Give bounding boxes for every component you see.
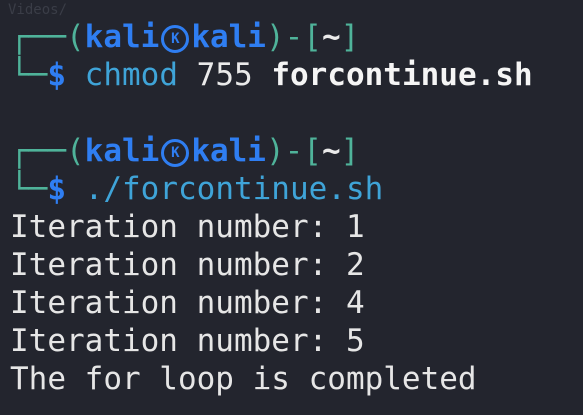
prompt-box-end: ] bbox=[340, 19, 360, 55]
prompt-header: ┌──(kali Kkali)-[~] bbox=[10, 18, 533, 56]
output-line: Iteration number: 5 bbox=[10, 323, 365, 359]
command-file: forcontinue.sh bbox=[271, 57, 533, 93]
prompt-box-open: ┌──( bbox=[10, 19, 85, 55]
prompt-host: kali bbox=[191, 133, 266, 169]
prompt-box-end: ] bbox=[340, 133, 360, 169]
prompt-user: kali bbox=[84, 133, 160, 169]
prompt-dir: ~ bbox=[321, 133, 341, 169]
prompt-dollar: $ bbox=[47, 171, 66, 207]
prompt-corner: └─ bbox=[10, 171, 48, 207]
prompt-box-open: ┌──( bbox=[10, 133, 85, 169]
command-args: 755 bbox=[178, 57, 272, 93]
prompt-corner: └─ bbox=[10, 57, 48, 93]
prompt-box-close: )-[ bbox=[265, 19, 322, 55]
command: chmod bbox=[84, 57, 178, 93]
output-line: Iteration number: 4 bbox=[10, 285, 365, 321]
output-line: Iteration number: 1 bbox=[10, 209, 365, 245]
prompt-user: kali bbox=[84, 19, 160, 55]
command: ./forcontinue.sh bbox=[84, 171, 384, 207]
kali-logo-icon: K bbox=[161, 24, 190, 53]
command-line: └─$ chmod 755 forcontinue.sh bbox=[10, 56, 533, 94]
prompt-header: ┌──(kali Kkali)-[~] bbox=[10, 132, 533, 170]
command-line: └─$ ./forcontinue.sh bbox=[10, 170, 533, 208]
prompt-host: kali bbox=[191, 19, 266, 55]
prompt-dollar: $ bbox=[47, 57, 66, 93]
kali-logo-icon: K bbox=[161, 138, 190, 167]
terminal[interactable]: ┌──(kali Kkali)-[~] └─$ chmod 755 forcont… bbox=[10, 18, 533, 398]
prompt-box-close: )-[ bbox=[265, 133, 322, 169]
output-line: Iteration number: 2 bbox=[10, 247, 365, 283]
output-line: The for loop is completed bbox=[10, 361, 477, 397]
prompt-dir: ~ bbox=[321, 19, 341, 55]
background-ghost-text: Videos/ bbox=[8, 2, 68, 18]
